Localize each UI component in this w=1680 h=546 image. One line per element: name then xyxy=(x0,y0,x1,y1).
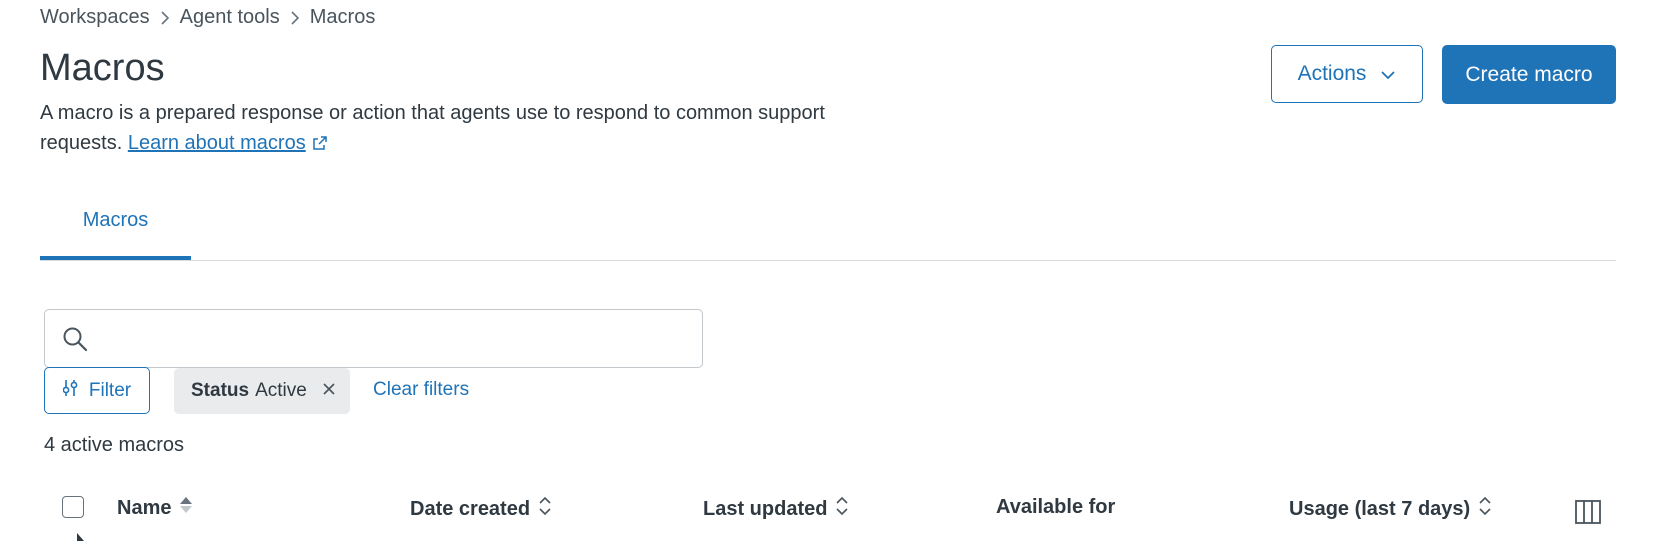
chevron-down-icon xyxy=(1380,62,1396,86)
macro-count: 4 active macros xyxy=(44,434,185,456)
sliders-icon xyxy=(62,379,79,403)
tab-label: Macros xyxy=(82,209,149,231)
search-icon xyxy=(62,326,88,357)
column-label: Name xyxy=(117,496,172,519)
clear-filters-link[interactable]: Clear filters xyxy=(373,379,469,401)
tab-divider xyxy=(40,260,1616,261)
column-header-usage[interactable]: Usage (last 7 days) xyxy=(1289,496,1492,522)
breadcrumb-item-workspaces[interactable]: Workspaces xyxy=(40,6,150,29)
actions-label: Actions xyxy=(1297,62,1367,85)
page-title: Macros xyxy=(40,47,165,89)
sort-icon xyxy=(538,496,552,522)
breadcrumb: Workspaces Agent tools Macros xyxy=(40,6,375,29)
chip-value: Active xyxy=(255,380,307,401)
column-header-name[interactable]: Name xyxy=(117,496,193,520)
chevron-right-icon xyxy=(160,10,170,25)
close-icon[interactable] xyxy=(322,380,336,402)
column-label: Last updated xyxy=(703,497,828,520)
chip-key: Status xyxy=(191,380,250,401)
breadcrumb-item-macros: Macros xyxy=(309,6,376,28)
tab-macros[interactable]: Macros xyxy=(40,209,191,260)
filter-button[interactable]: Filter xyxy=(44,367,150,414)
column-label: Available for xyxy=(996,496,1116,518)
external-link-icon[interactable] xyxy=(312,130,328,160)
page-description: A macro is a prepared response or action… xyxy=(40,98,830,160)
mouse-cursor-icon xyxy=(76,528,86,546)
column-label: Date created xyxy=(410,497,531,520)
search-input[interactable] xyxy=(103,310,687,368)
create-macro-button[interactable]: Create macro xyxy=(1442,45,1616,104)
column-header-date-created[interactable]: Date created xyxy=(410,496,552,522)
columns-icon[interactable] xyxy=(1575,500,1601,529)
search-box xyxy=(44,309,703,368)
select-all-checkbox[interactable] xyxy=(62,496,84,518)
breadcrumb-item-agent-tools[interactable]: Agent tools xyxy=(180,6,280,29)
column-header-available-for: Available for xyxy=(996,496,1115,519)
sort-icon xyxy=(835,496,849,522)
status-filter-chip: Status Active xyxy=(174,368,350,414)
column-label: Usage (last 7 days) xyxy=(1289,497,1471,520)
chevron-right-icon xyxy=(290,10,300,25)
learn-about-macros-link[interactable]: Learn about macros xyxy=(128,132,306,154)
actions-dropdown-button[interactable]: Actions xyxy=(1271,45,1423,103)
filter-label: Filter xyxy=(88,379,132,401)
sort-ascending-icon xyxy=(179,496,193,520)
column-header-last-updated[interactable]: Last updated xyxy=(703,496,849,522)
sort-icon xyxy=(1478,496,1492,522)
